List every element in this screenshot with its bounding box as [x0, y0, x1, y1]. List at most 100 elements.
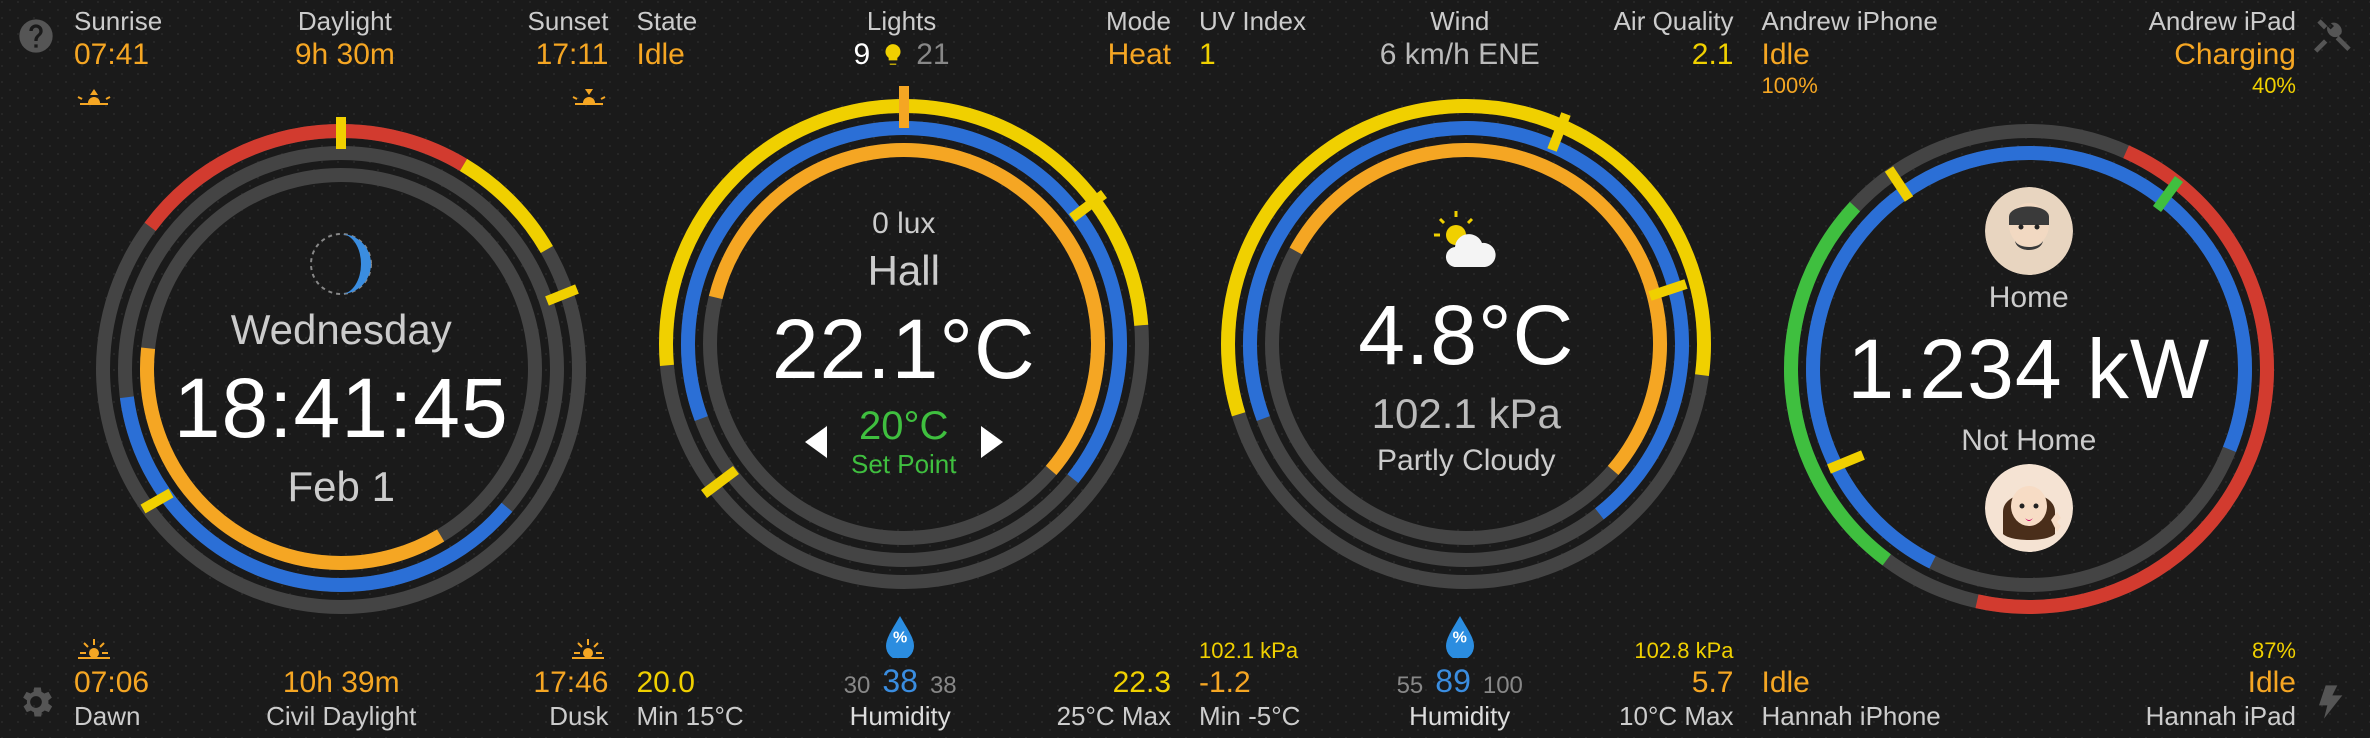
humidity-drop-icon: %	[882, 614, 918, 658]
room-name: Hall	[868, 247, 940, 295]
dawn-value: 07:06	[74, 665, 149, 701]
andrew-avatar[interactable]	[1985, 187, 2073, 275]
indoor-humidity-value: 38	[882, 662, 918, 700]
andrew-iphone-state: Idle	[1762, 37, 1810, 73]
indoor-min-value: 20.0	[637, 665, 695, 701]
pressure-hi: 102.8 kPa	[1634, 638, 1733, 664]
andrew-ipad-stat: Andrew iPad Charging 40%	[2149, 6, 2296, 100]
outdoor-humidity-label: Humidity	[1409, 701, 1510, 732]
hannah-avatar[interactable]	[1985, 464, 2073, 552]
hannah-ipad-state: Idle	[2248, 665, 2296, 701]
sunset-stat: Sunset 17:11	[528, 6, 609, 113]
dusk-icon	[568, 629, 608, 665]
outdoor-min-label: Min -5°C	[1199, 701, 1300, 732]
uv-label: UV Index	[1199, 6, 1306, 37]
andrew-ipad-state: Charging	[2174, 37, 2296, 73]
daylight-value: 9h 30m	[295, 37, 395, 73]
civil-daylight-stat: 10h 39m Civil Daylight	[266, 665, 416, 732]
daylight-label: Daylight	[298, 6, 392, 37]
outdoor-humidity-hi: 100	[1483, 672, 1523, 701]
indoor-humidity-stat: % 30 38 38 Humidity	[844, 614, 957, 732]
hvac-state-label: State	[637, 6, 698, 37]
not-home-label: Not Home	[1961, 424, 2096, 458]
aq-label: Air Quality	[1614, 6, 1734, 37]
wind-label: Wind	[1430, 6, 1489, 37]
andrew-ipad-battery: 40%	[2252, 73, 2296, 99]
sunrise-value: 07:41	[74, 37, 149, 73]
hannah-ipad-label: Hannah iPad	[2146, 701, 2296, 732]
outdoor-humidity-lo: 55	[1397, 672, 1424, 701]
hannah-ipad-stat: 87% Idle Hannah iPad	[2146, 638, 2296, 732]
help-icon[interactable]	[8, 8, 64, 64]
home-label: Home	[1989, 281, 2069, 315]
hvac-mode-stat: Mode Heat	[1106, 6, 1171, 73]
wind-stat: Wind 6 km/h ENE	[1380, 6, 1540, 73]
indoor-min-stat: 20.0 Min 15°C	[637, 665, 744, 732]
weather-condition-icon	[1430, 209, 1502, 281]
indoor-max-value: 22.3	[1113, 665, 1171, 701]
outdoor-humidity-stat: % 55 89 100 Humidity	[1397, 614, 1523, 732]
presence-panel: Andrew iPhone Idle 100% Andrew iPad Char…	[1758, 0, 2301, 738]
power-usage: 1.234 kW	[1847, 321, 2210, 418]
setpoint-up-button[interactable]	[981, 426, 1003, 458]
room-temp: 22.1°C	[772, 301, 1036, 398]
date-text: Feb 1	[288, 463, 395, 511]
civil-daylight-label: Civil Daylight	[266, 701, 416, 732]
lights-stat[interactable]: Lights 9 21	[854, 6, 950, 73]
setpoint-label: Set Point	[851, 449, 957, 480]
aq-value: 2.1	[1692, 37, 1734, 73]
andrew-iphone-label: Andrew iPhone	[1762, 6, 1938, 37]
uv-value: 1	[1199, 37, 1216, 73]
tools-icon[interactable]	[2306, 8, 2362, 64]
pressure-text: 102.1 kPa	[1372, 390, 1561, 438]
outdoor-temp: 4.8°C	[1358, 287, 1574, 384]
hvac-state-value: Idle	[637, 37, 685, 73]
weather-panel: UV Index 1 Wind 6 km/h ENE Air Quality 2…	[1195, 0, 1738, 738]
indoor-min-label: Min 15°C	[637, 701, 744, 732]
hvac-mode-value: Heat	[1108, 37, 1171, 73]
outdoor-min-stat: 102.1 kPa -1.2 Min -5°C	[1199, 638, 1300, 732]
outdoor-min-value: -1.2	[1199, 665, 1251, 701]
hannah-iphone-state: Idle	[1762, 665, 1810, 701]
indoor-max-stat: 22.3 25°C Max	[1057, 665, 1171, 732]
bulb-icon	[880, 42, 906, 68]
pressure-lo: 102.1 kPa	[1199, 638, 1298, 664]
outdoor-max-stat: 102.8 kPa 5.7 10°C Max	[1619, 638, 1733, 732]
clock-panel: Sunrise 07:41 Daylight 9h 30m Sunset 17:…	[70, 0, 613, 738]
setpoint-value: 20°C	[859, 404, 948, 449]
sunrise-icon	[74, 77, 114, 113]
indoor-max-label: 25°C Max	[1057, 701, 1171, 732]
sunset-icon	[569, 77, 609, 113]
lux-text: 0 lux	[872, 207, 935, 241]
humidity-drop-icon: %	[1442, 614, 1478, 658]
settings-gear-icon[interactable]	[8, 674, 64, 730]
hannah-iphone-battery: 87%	[2252, 638, 2296, 664]
hvac-mode-label: Mode	[1106, 6, 1171, 37]
sunset-value: 17:11	[536, 37, 609, 73]
sunrise-label: Sunrise	[74, 6, 162, 37]
daylight-stat: Daylight 9h 30m	[295, 6, 395, 73]
dusk-stat: 17:46 Dusk	[533, 625, 608, 732]
andrew-iphone-battery: 100%	[1762, 73, 1818, 99]
outdoor-humidity-value: 89	[1435, 662, 1471, 700]
lights-on-count: 9	[854, 37, 871, 73]
condition-text: Partly Cloudy	[1377, 444, 1555, 478]
power-bolt-icon[interactable]	[2306, 674, 2362, 730]
indoor-humidity-lo: 30	[844, 672, 871, 701]
hvac-state-stat: State Idle	[637, 6, 698, 73]
andrew-iphone-stat: Andrew iPhone Idle 100%	[1762, 6, 1938, 100]
setpoint-down-button[interactable]	[805, 426, 827, 458]
weekday-text: Wednesday	[231, 306, 452, 354]
lights-total-count: 21	[916, 37, 949, 73]
dawn-icon	[74, 629, 114, 665]
indoor-humidity-label: Humidity	[850, 701, 951, 732]
hannah-iphone-stat: Idle Hannah iPhone	[1762, 665, 1941, 732]
outdoor-max-value: 5.7	[1692, 665, 1734, 701]
sunrise-stat: Sunrise 07:41	[74, 6, 162, 113]
civil-daylight-value: 10h 39m	[283, 665, 400, 701]
sunset-label: Sunset	[528, 6, 609, 37]
aq-stat: Air Quality 2.1	[1614, 6, 1734, 73]
wind-value: 6 km/h ENE	[1380, 37, 1540, 73]
dusk-value: 17:46	[533, 665, 608, 701]
andrew-ipad-label: Andrew iPad	[2149, 6, 2296, 37]
